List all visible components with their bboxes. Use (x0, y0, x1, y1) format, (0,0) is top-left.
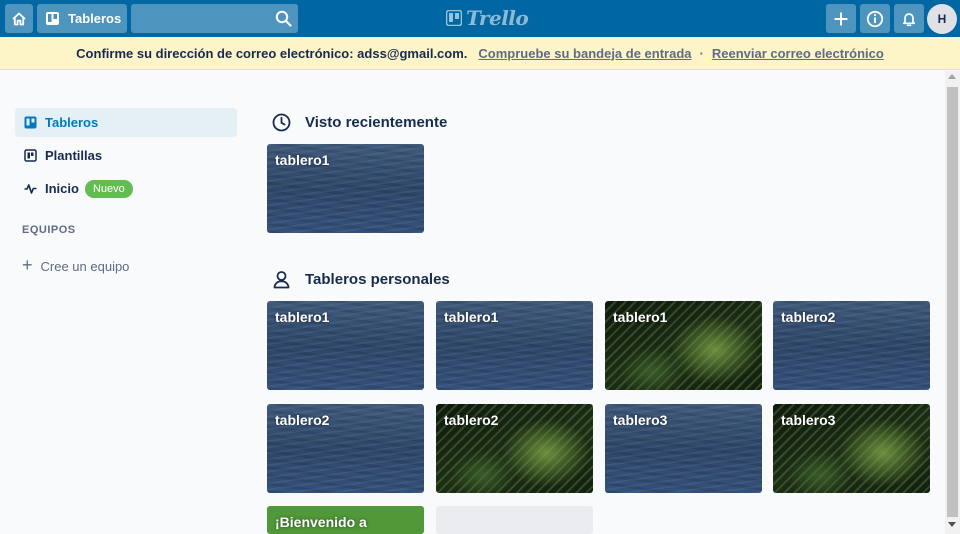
sidebar-item-home[interactable]: Inicio Nuevo (15, 174, 237, 203)
plus-icon: + (22, 255, 33, 275)
board-icon (23, 116, 37, 130)
template-icon (23, 149, 37, 163)
recent-section-label: Visto recientemente (305, 114, 448, 131)
sidebar-item-label: Plantillas (45, 148, 103, 163)
resend-email-link[interactable]: Reenviar correo electrónico (712, 46, 884, 61)
avatar-initial: H (937, 12, 947, 26)
board-tile-title: tablero3 (613, 412, 668, 428)
welcome-board-tile[interactable]: ¡Bienvenido a (267, 506, 424, 534)
board-tile[interactable]: tablero2 (436, 404, 593, 493)
board-tile[interactable]: tablero2 (267, 404, 424, 493)
create-team-button[interactable]: + Cree un equipo (22, 255, 130, 276)
board-tile[interactable]: tablero1 (267, 144, 424, 233)
board-tile[interactable]: tablero1 (605, 301, 762, 390)
board-tile-title: tablero2 (781, 309, 836, 325)
clock-icon (272, 113, 291, 132)
bell-icon (902, 12, 916, 26)
board-tile-title: tablero1 (444, 309, 499, 325)
check-inbox-link[interactable]: Compruebe su bandeja de entrada (478, 46, 691, 61)
board-tile-title: tablero1 (613, 309, 668, 325)
board-icon (46, 12, 59, 25)
activity-icon (23, 182, 37, 196)
board-tile-title: tablero3 (781, 412, 836, 428)
board-tile[interactable]: tablero3 (605, 404, 762, 493)
board-tile-title: tablero2 (444, 412, 499, 428)
board-tile-title: tablero1 (275, 152, 330, 168)
personal-section-title: Tableros personales (272, 270, 450, 289)
boards-button-label: Tableros (68, 11, 122, 26)
info-icon (866, 10, 884, 27)
banner-message: Confirme su dirección de correo electrón… (76, 45, 468, 61)
scroll-down-arrow-icon[interactable] (948, 522, 956, 527)
home-icon (12, 12, 26, 25)
notifications-button[interactable] (894, 4, 924, 33)
board-tile[interactable]: tablero1 (436, 301, 593, 390)
recent-section-title: Visto recientemente (272, 113, 447, 132)
board-tile-title: tablero1 (275, 309, 330, 325)
teams-section-title: EQUIPOS (22, 224, 76, 236)
create-team-label: Cree un equipo (40, 259, 130, 274)
trello-logo-text: Trello (466, 6, 529, 30)
board-tile[interactable]: tablero1 (267, 301, 424, 390)
info-button[interactable] (860, 4, 890, 33)
sidebar-item-templates[interactable]: Plantillas (15, 141, 237, 170)
search-input[interactable] (131, 4, 298, 33)
trello-logo-icon (446, 10, 462, 26)
board-tile-title: tablero2 (275, 412, 330, 428)
search-icon[interactable] (275, 10, 292, 27)
board-tile[interactable]: tablero2 (773, 301, 930, 390)
board-tile-title: ¡Bienvenido a (275, 514, 367, 530)
board-tile[interactable]: tablero3 (773, 404, 930, 493)
trello-logo[interactable]: Trello (446, 6, 529, 30)
personal-section-label: Tableros personales (305, 271, 450, 288)
top-header: Tableros Trello H (0, 0, 960, 37)
sidebar-item-label: Tableros (45, 115, 99, 130)
avatar[interactable]: H (927, 4, 957, 34)
email-confirm-banner: Confirme su dirección de correo electrón… (0, 37, 960, 70)
scroll-up-arrow-icon[interactable] (948, 74, 956, 79)
plus-icon (834, 12, 848, 25)
boards-button[interactable]: Tableros (37, 4, 127, 33)
person-icon (272, 270, 291, 289)
create-board-tile[interactable] (436, 506, 593, 534)
create-button[interactable] (826, 4, 856, 33)
new-badge: Nuevo (84, 179, 133, 198)
home-button[interactable] (5, 4, 33, 33)
sidebar-item-boards[interactable]: Tableros (15, 108, 237, 137)
banner-separator: · (699, 45, 704, 61)
scrollbar-thumb[interactable] (947, 87, 958, 517)
sidebar-item-label: Inicio (45, 181, 79, 196)
